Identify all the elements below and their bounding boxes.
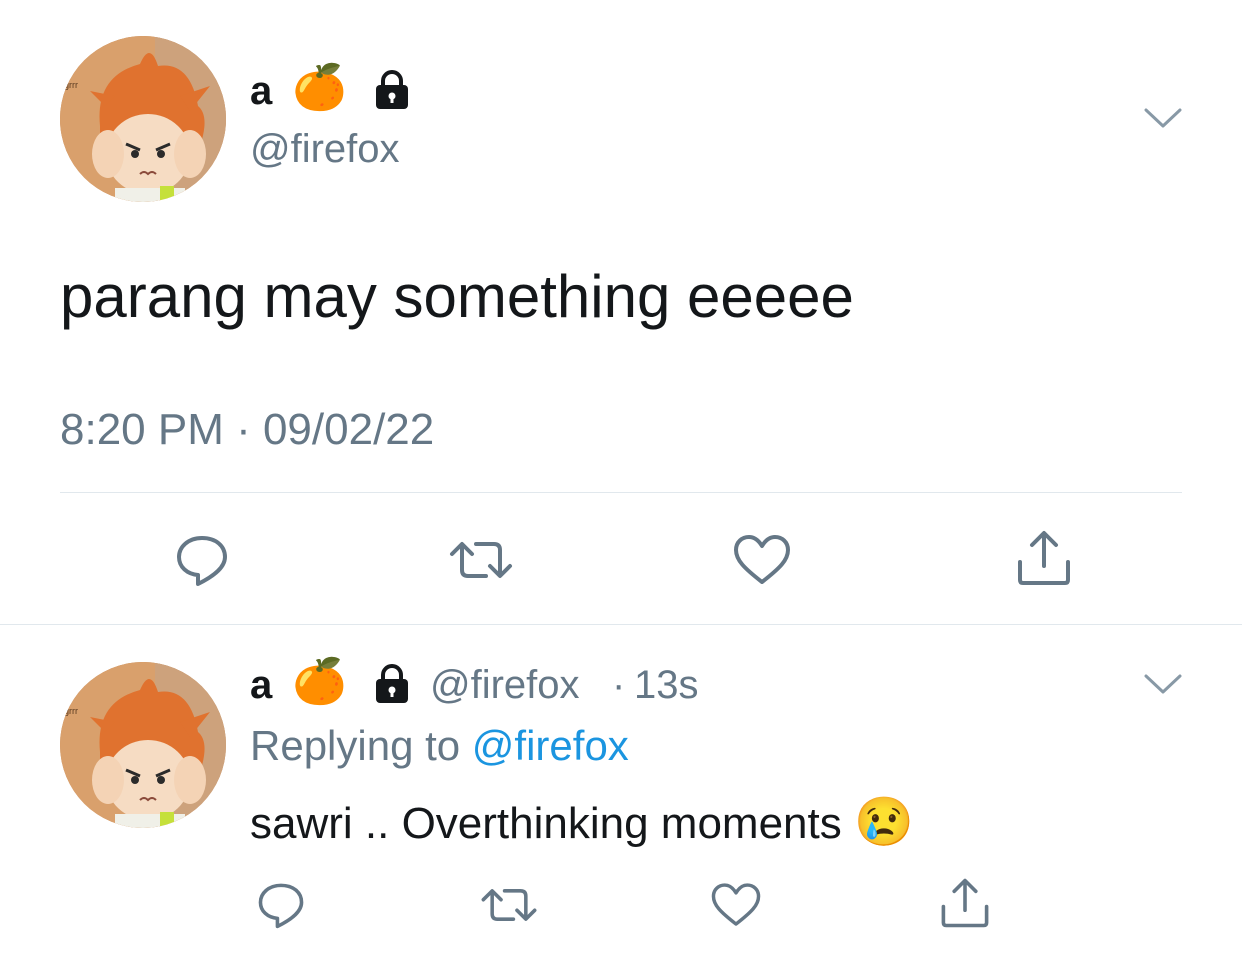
reply-time[interactable]: 13s [634,660,699,710]
avatar-caption: grrr [64,706,78,716]
reply-handle[interactable]: @firefox [430,660,580,710]
reply-text: sawri .. Overthinking moments [250,799,842,848]
tweet-timestamp[interactable]: 8:20 PM · 09/02/22 [60,404,434,456]
retweet-icon[interactable] [478,880,540,935]
share-icon[interactable] [938,876,992,935]
avatar[interactable]: grrr [60,36,226,202]
reply-avatar[interactable]: grrr [60,662,226,828]
like-icon[interactable] [732,532,792,593]
separator-dot: · [612,663,626,707]
handle[interactable]: @firefox [250,124,400,174]
chevron-down-icon[interactable] [1142,104,1184,137]
share-icon[interactable] [1014,528,1074,593]
section-divider [0,624,1242,625]
reply-icon[interactable] [256,880,306,935]
replying-to-link[interactable]: @firefox [472,722,629,769]
avatar-image [60,36,226,202]
tweet-text: parang may something eeeee [60,263,854,330]
divider [60,492,1182,493]
reply-display-name[interactable]: a [250,660,272,710]
like-icon[interactable] [710,880,762,935]
orange-emoji: 🍊 [292,63,347,112]
replying-to-line: Replying to @firefox [250,720,629,772]
avatar-caption: grrr [64,80,78,90]
avatar-image [60,662,226,828]
chevron-down-icon[interactable] [1142,670,1184,703]
reply-icon[interactable] [174,532,230,593]
retweet-icon[interactable] [446,532,516,593]
replying-prefix: Replying to [250,722,461,769]
orange-emoji: 🍊 [292,657,347,706]
display-name[interactable]: a [250,66,272,116]
crying-emoji: 😢 [853,796,914,849]
lock-icon [370,662,414,711]
reply-text-line: sawri .. Overthinking moments 😢 [250,796,914,851]
lock-icon [370,68,414,117]
